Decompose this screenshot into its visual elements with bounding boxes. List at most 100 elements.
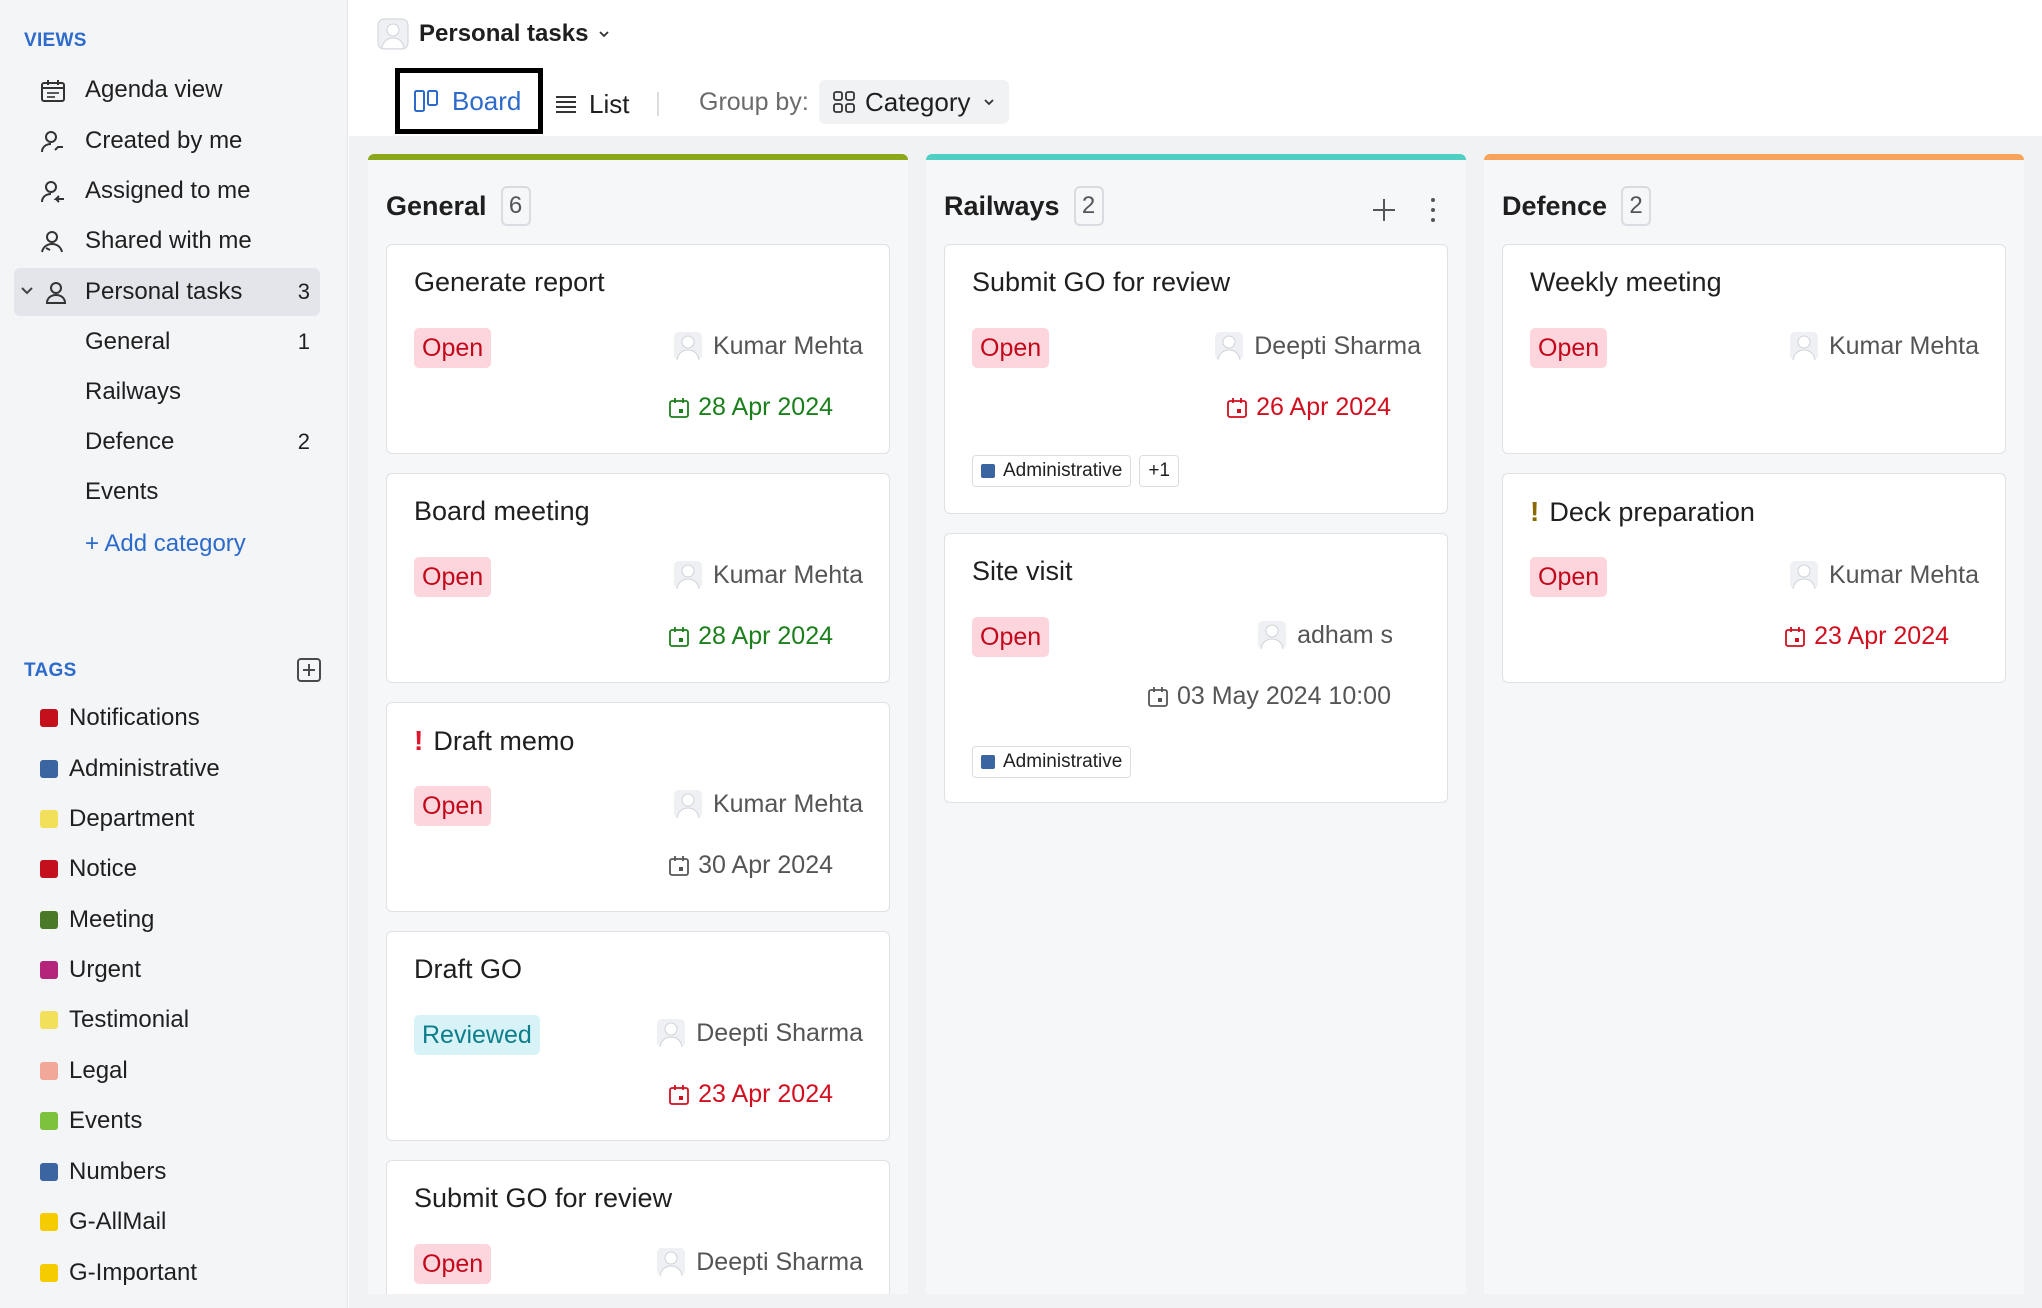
sidebar-category-defence[interactable]: Defence 2 (14, 418, 320, 466)
status-badge[interactable]: Open (414, 557, 492, 597)
sidebar-category-railways[interactable]: Railways (14, 368, 320, 416)
task-card[interactable]: Submit GO for review Open Deepti Sharma (386, 1160, 890, 1294)
tag-chip-administrative[interactable]: Administrative (972, 455, 1132, 487)
due-date[interactable]: 30 Apr 2024 (668, 851, 833, 880)
column-general: General 6 Generate report Open Kumar Meh… (368, 154, 908, 1294)
sidebar-item-shared-with-me[interactable]: Shared with me (14, 217, 320, 265)
sidebar-item-assigned-to-me[interactable]: Assigned to me (14, 167, 320, 215)
tag-chips: Administrative +1 (972, 455, 1187, 487)
tag-chips: Administrative (972, 746, 1139, 778)
assignee[interactable]: Deepti Sharma (656, 1018, 863, 1048)
calendar-icon (1785, 626, 1806, 647)
sidebar-item-count: 3 (297, 279, 310, 304)
more-tags-chip[interactable]: +1 (1139, 455, 1179, 487)
assignee[interactable]: Deepti Sharma (656, 1247, 863, 1277)
column-color-bar (1484, 154, 2024, 160)
tag-urgent[interactable]: Urgent (40, 950, 141, 990)
assignee[interactable]: Kumar Mehta (673, 560, 863, 590)
assignee[interactable]: adham s (1257, 620, 1393, 650)
category-label: Railways (85, 378, 182, 405)
tag-swatch (40, 961, 58, 979)
column-count: 2 (1621, 186, 1652, 226)
calendar-icon (1148, 686, 1168, 707)
task-card[interactable]: Board meeting Open Kumar Mehta 28 Apr 20… (386, 473, 890, 683)
status-badge[interactable]: Open (414, 1244, 492, 1284)
add-task-icon[interactable] (1372, 198, 1396, 222)
tag-department[interactable]: Department (40, 799, 194, 839)
tag-notice[interactable]: Notice (40, 849, 137, 889)
due-date[interactable]: 28 Apr 2024 (668, 393, 833, 422)
task-card[interactable]: Generate report Open Kumar Mehta 28 Apr … (386, 244, 890, 454)
sidebar-category-general[interactable]: General 1 (14, 318, 320, 366)
list-view-button[interactable]: List (555, 72, 629, 136)
priority-medium-icon: ! (1530, 496, 1540, 527)
assignee[interactable]: Kumar Mehta (1789, 560, 1979, 590)
tag-meeting[interactable]: Meeting (40, 900, 154, 940)
add-category-link[interactable]: + Add category (85, 530, 246, 558)
due-date[interactable]: 23 Apr 2024 (1784, 622, 1949, 651)
tag-swatch (40, 709, 58, 727)
due-date[interactable]: 23 Apr 2024 (668, 1080, 833, 1109)
tag-legal[interactable]: Legal (40, 1051, 128, 1091)
tag-chip-label: Administrative (1003, 751, 1123, 772)
tag-numbers[interactable]: Numbers (40, 1152, 166, 1192)
assignee-name: Kumar Mehta (1828, 331, 1979, 360)
more-options-icon[interactable] (1430, 198, 1436, 222)
sidebar-item-label: Shared with me (85, 227, 252, 254)
tag-notifications[interactable]: Notifications (40, 698, 200, 738)
tag-swatch (40, 1264, 58, 1282)
task-card[interactable]: ! Deck preparation Open Kumar Mehta 23 Ap… (1502, 473, 2006, 683)
column-header: Railways 2 (944, 186, 1104, 226)
group-by-value: Category (865, 86, 971, 117)
task-card[interactable]: Site visit Open adham s 03 May 2024 10:0… (944, 533, 1448, 803)
assignee[interactable]: Kumar Mehta (673, 331, 863, 361)
tag-administrative[interactable]: Administrative (40, 749, 220, 789)
sidebar-item-created-by-me[interactable]: Created by me (14, 117, 320, 165)
tag-swatch (981, 464, 995, 478)
assignee[interactable]: Deepti Sharma (1214, 331, 1421, 361)
group-by-select[interactable]: Category (819, 80, 1009, 124)
add-tag-button[interactable] (297, 658, 321, 682)
due-date-text: 23 Apr 2024 (1814, 622, 1949, 650)
chevron-down-icon (599, 31, 610, 38)
task-card[interactable]: Submit GO for review Open Deepti Sharma … (944, 244, 1448, 514)
status-badge[interactable]: Open (414, 328, 492, 368)
assignee-name: Kumar Mehta (712, 789, 863, 818)
task-title: Site visit (972, 556, 1073, 586)
task-card[interactable]: ! Draft memo Open Kumar Mehta 30 Apr 2024 (386, 702, 890, 912)
avatar-icon (657, 1248, 686, 1277)
avatar-icon (377, 18, 409, 50)
tag-g-allmail[interactable]: G-AllMail (40, 1202, 166, 1242)
status-badge[interactable]: Open (414, 786, 492, 826)
due-date[interactable]: 26 Apr 2024 (1226, 393, 1391, 422)
status-badge[interactable]: Open (972, 617, 1050, 657)
status-badge[interactable]: Open (1530, 557, 1608, 597)
project-selector[interactable]: Personal tasks (377, 18, 610, 50)
chevron-down-icon[interactable] (20, 284, 34, 298)
sidebar-item-agenda-view[interactable]: Agenda view (14, 66, 320, 114)
tag-events[interactable]: Events (40, 1101, 142, 1141)
due-date-text: 30 Apr 2024 (698, 851, 833, 879)
task-card[interactable]: Weekly meeting Open Kumar Mehta (1502, 244, 2006, 454)
assignee[interactable]: Kumar Mehta (673, 789, 863, 819)
due-date[interactable]: 28 Apr 2024 (668, 622, 833, 651)
due-date-text: 26 Apr 2024 (1256, 393, 1391, 421)
sidebar-item-personal-tasks[interactable]: Personal tasks 3 (14, 268, 320, 316)
tag-chip-administrative[interactable]: Administrative (972, 746, 1132, 778)
status-badge[interactable]: Open (972, 328, 1050, 368)
task-title: Generate report (414, 267, 605, 297)
tag-testimonial[interactable]: Testimonial (40, 1000, 189, 1040)
calendar-icon (669, 626, 690, 647)
tag-g-important[interactable]: G-Important (40, 1253, 197, 1293)
sidebar-category-events[interactable]: Events (14, 468, 320, 516)
status-badge[interactable]: Open (1530, 328, 1608, 368)
user-shared-icon (41, 231, 63, 253)
tag-swatch (981, 755, 995, 769)
board-view-button[interactable]: Board (395, 68, 543, 134)
task-card[interactable]: Draft GO Reviewed Deepti Sharma 23 Apr 2… (386, 931, 890, 1141)
list-icon (556, 96, 576, 113)
due-date[interactable]: 03 May 2024 10:00 (1147, 682, 1391, 711)
status-badge[interactable]: Reviewed (414, 1015, 540, 1055)
column-railways: Railways 2 Submit GO for review Open Dee… (926, 154, 1466, 1294)
assignee[interactable]: Kumar Mehta (1789, 331, 1979, 361)
